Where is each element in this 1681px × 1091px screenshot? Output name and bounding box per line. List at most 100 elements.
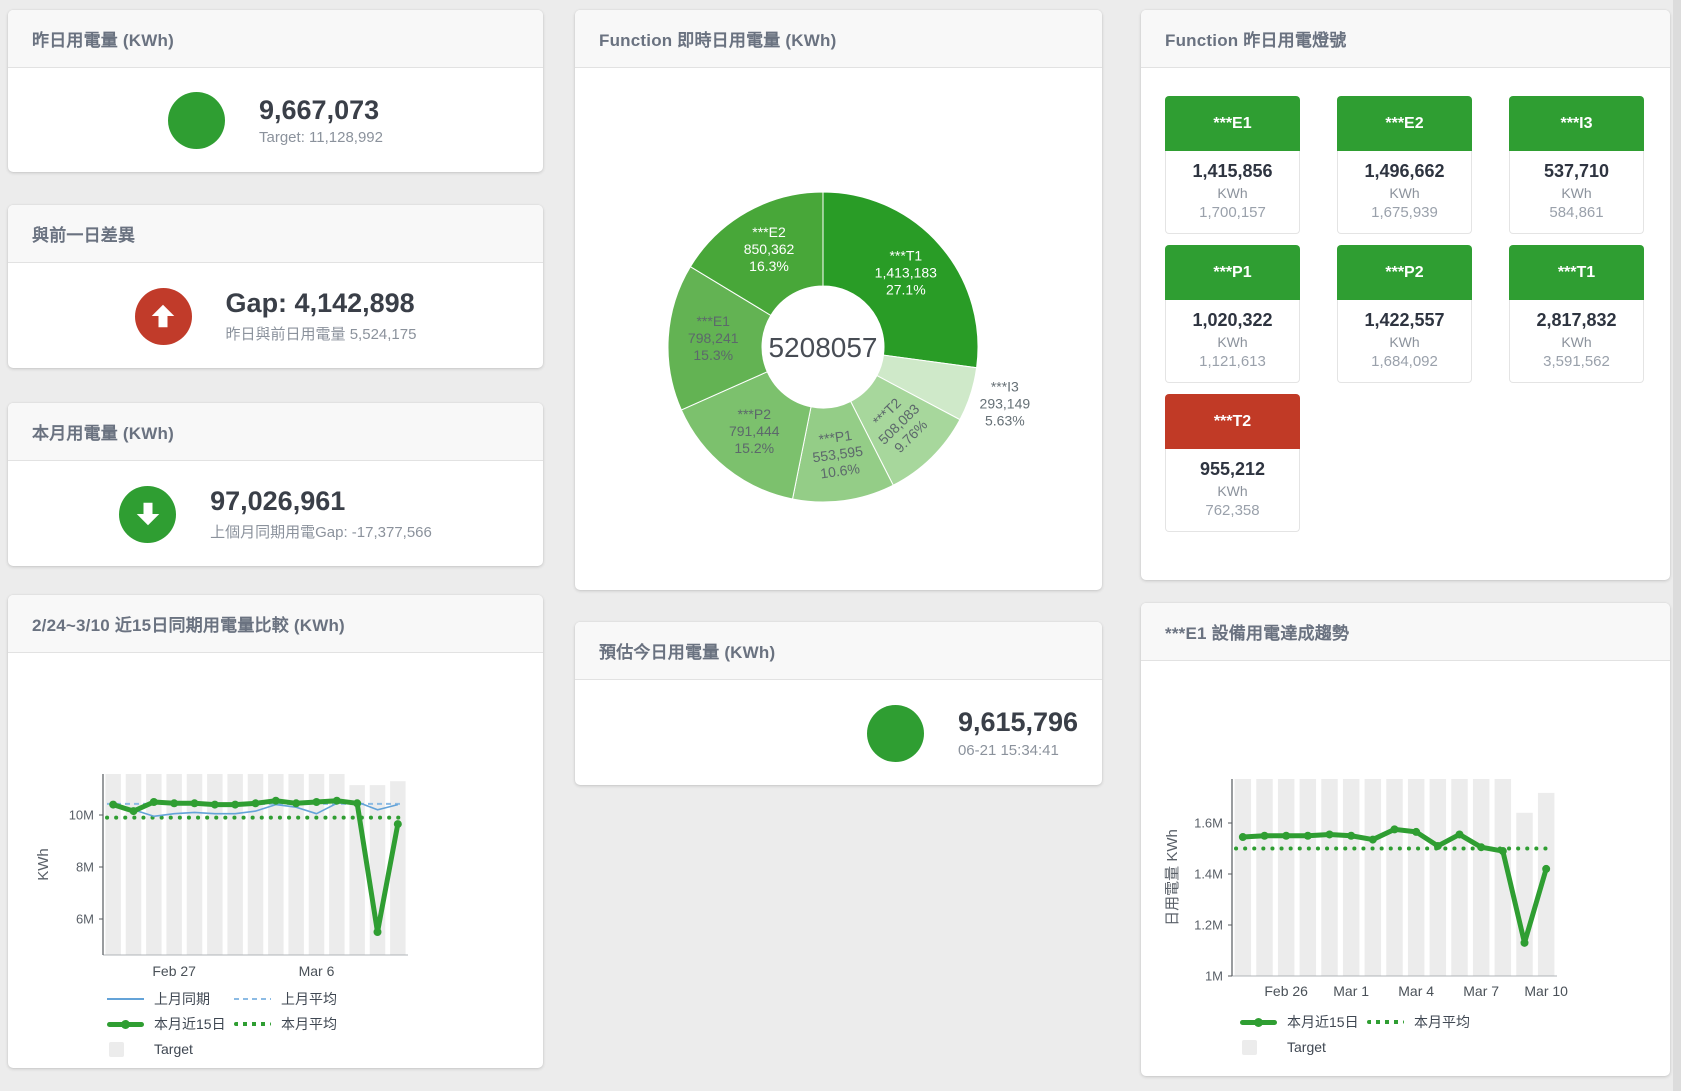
y-tick-label: 1.2M: [1194, 917, 1223, 932]
legend-label: 上月平均: [281, 989, 337, 1009]
target-bar: [1321, 779, 1337, 976]
stat-content: Gap: 4,142,898 昨日與前日用電量 5,524,175: [8, 264, 543, 368]
legend-item[interactable]: 本月近15日: [1240, 1014, 1367, 1030]
arrow-down-icon: [119, 486, 176, 543]
legend-label: Target: [154, 1041, 193, 1057]
x-tick-label: Feb 27: [152, 963, 196, 979]
compare-line-chart: 6M8M10MKWhFeb 27Mar 6: [8, 654, 543, 984]
tile-value: 537,710: [1510, 161, 1643, 182]
tile-target: 1,675,939: [1338, 204, 1471, 221]
tile-body: 537,710KWh584,861: [1509, 151, 1644, 234]
tile-name: ***T1: [1509, 245, 1644, 300]
tile-body: 1,422,557 KWh 1,684,092: [1337, 300, 1472, 383]
panel-header: Function 即時日用電量 (KWh): [575, 10, 1102, 68]
panel-15day-compare-chart: 2/24~3/10 近15日同期用電量比較 (KWh) 6M8M10MKWhFe…: [8, 595, 543, 1068]
data-point: [1391, 825, 1399, 833]
data-point: [1326, 830, 1334, 838]
tile-name: ***E2: [1337, 96, 1472, 151]
tile-value: 1,415,856: [1166, 161, 1299, 182]
legend-item[interactable]: 上月同期: [107, 991, 234, 1007]
data-point: [1369, 836, 1377, 844]
target-bar: [1235, 779, 1251, 976]
stat-value: Gap: 4,142,898: [226, 288, 417, 319]
data-point: [313, 798, 321, 806]
target-bar: [1386, 779, 1402, 976]
tile-unit: KWh: [1166, 334, 1299, 350]
legend-swatch-icon: [234, 992, 271, 1007]
stat-subtext: 上個月同期用電Gap: -17,377,566: [210, 521, 432, 542]
data-point: [1412, 828, 1420, 836]
legend-item[interactable]: 本月平均: [1367, 1014, 1470, 1030]
panel-header: 與前一日差異: [8, 205, 543, 263]
data-point: [394, 820, 402, 828]
y-tick-label: 8M: [76, 859, 94, 874]
light-tiles-grid: ***E11,415,856KWh1,700,157***E21,496,662…: [1141, 68, 1670, 580]
chart-area: 6M8M10MKWhFeb 27Mar 6 上月同期上月平均本月近15日本月平均…: [8, 654, 543, 1068]
tile-value: 955,212: [1166, 459, 1299, 480]
panel-yesterday-usage: 昨日用電量 (KWh) 9,667,073 Target: 11,128,992: [8, 10, 543, 172]
tile-target: 1,700,157: [1166, 204, 1299, 221]
data-point: [150, 798, 158, 806]
data-point: [374, 928, 382, 936]
legend-label: 上月同期: [154, 989, 210, 1009]
legend-item[interactable]: 本月平均: [234, 1016, 337, 1032]
data-point: [170, 799, 178, 807]
legend-item[interactable]: 本月近15日: [107, 1016, 234, 1032]
target-bar: [1430, 779, 1446, 976]
panel-header: 昨日用電量 (KWh): [8, 10, 543, 68]
panel-e1-trend: ***E1 設備用電達成趨勢 1M1.2M1.4M1.6M日用電量 KWhFeb…: [1141, 603, 1670, 1076]
tile-body: 1,415,856 KWh 1,700,157: [1165, 151, 1300, 234]
target-bar: [1343, 779, 1359, 976]
data-point: [1521, 939, 1529, 947]
panel-today-estimate: 預估今日用電量 (KWh) 9,615,796 06-21 15:34:41: [575, 622, 1102, 785]
x-tick-label: Mar 10: [1524, 983, 1568, 999]
chart-legend: 上月同期 上月平均本月近15日 本月平均 Target: [107, 991, 337, 1057]
stat-subtext: 昨日與前日用電量 5,524,175: [226, 323, 417, 344]
tile-body: 1,496,662KWh1,675,939: [1337, 151, 1472, 234]
target-bar: [1408, 779, 1424, 976]
panel-title: Function 昨日用電燈號: [1165, 26, 1346, 51]
legend-swatch-icon: [1240, 1040, 1277, 1055]
tile-unit: KWh: [1166, 185, 1299, 201]
data-point: [272, 797, 280, 805]
panel-title: 與前一日差異: [32, 221, 135, 246]
tile-body: 1,020,322KWh1,121,613: [1165, 300, 1300, 383]
target-bar: [1256, 779, 1272, 976]
legend-label: 本月平均: [281, 1014, 337, 1034]
target-bar: [1473, 779, 1489, 976]
panel-function-yesterday-lights: Function 昨日用電燈號 ***E1 1,415,856 KWh 1,700,1…: [1141, 10, 1670, 580]
chart-legend: 本月近15日 本月平均 Target: [1240, 1014, 1470, 1055]
tile-name: ***E1: [1165, 96, 1300, 151]
panel-header: 預估今日用電量 (KWh): [575, 622, 1102, 680]
scrollbar[interactable]: [1673, 0, 1681, 1091]
y-axis-label: KWh: [35, 848, 52, 881]
x-tick-label: Mar 7: [1463, 983, 1499, 999]
tile-target: 584,861: [1510, 204, 1643, 221]
target-bar: [1300, 779, 1316, 976]
legend-swatch-icon: [1367, 1015, 1404, 1030]
legend-item[interactable]: Target: [1240, 1039, 1367, 1055]
panel-title: 昨日用電量 (KWh): [32, 26, 174, 51]
data-point: [211, 801, 219, 809]
legend-label: 本月平均: [1414, 1012, 1470, 1032]
tile-unit: KWh: [1338, 334, 1471, 350]
tile-value: 1,422,557: [1338, 310, 1471, 331]
data-point: [1434, 842, 1442, 850]
stat-subtext: 06-21 15:34:41: [958, 742, 1078, 759]
data-point: [353, 799, 361, 807]
legend-item[interactable]: 上月平均: [234, 991, 337, 1007]
legend-item[interactable]: Target: [107, 1041, 234, 1057]
tile-target: 1,684,092: [1338, 353, 1471, 370]
target-bar: [1365, 779, 1381, 976]
tile-name: ***I3: [1509, 96, 1644, 151]
legend-swatch-icon: [107, 1042, 144, 1057]
panel-title: 本月用電量 (KWh): [32, 419, 174, 444]
light-tile: ***P2 1,422,557 KWh 1,684,092: [1337, 245, 1472, 383]
stat-content: 9,667,073 Target: 11,128,992: [8, 69, 543, 172]
tile-value: 1,496,662: [1338, 161, 1471, 182]
tile-name: ***P2: [1337, 245, 1472, 300]
data-point: [333, 797, 341, 805]
light-tile: ***E21,496,662KWh1,675,939: [1337, 96, 1472, 234]
tile-value: 1,020,322: [1166, 310, 1299, 331]
y-tick-label: 6M: [76, 911, 94, 926]
